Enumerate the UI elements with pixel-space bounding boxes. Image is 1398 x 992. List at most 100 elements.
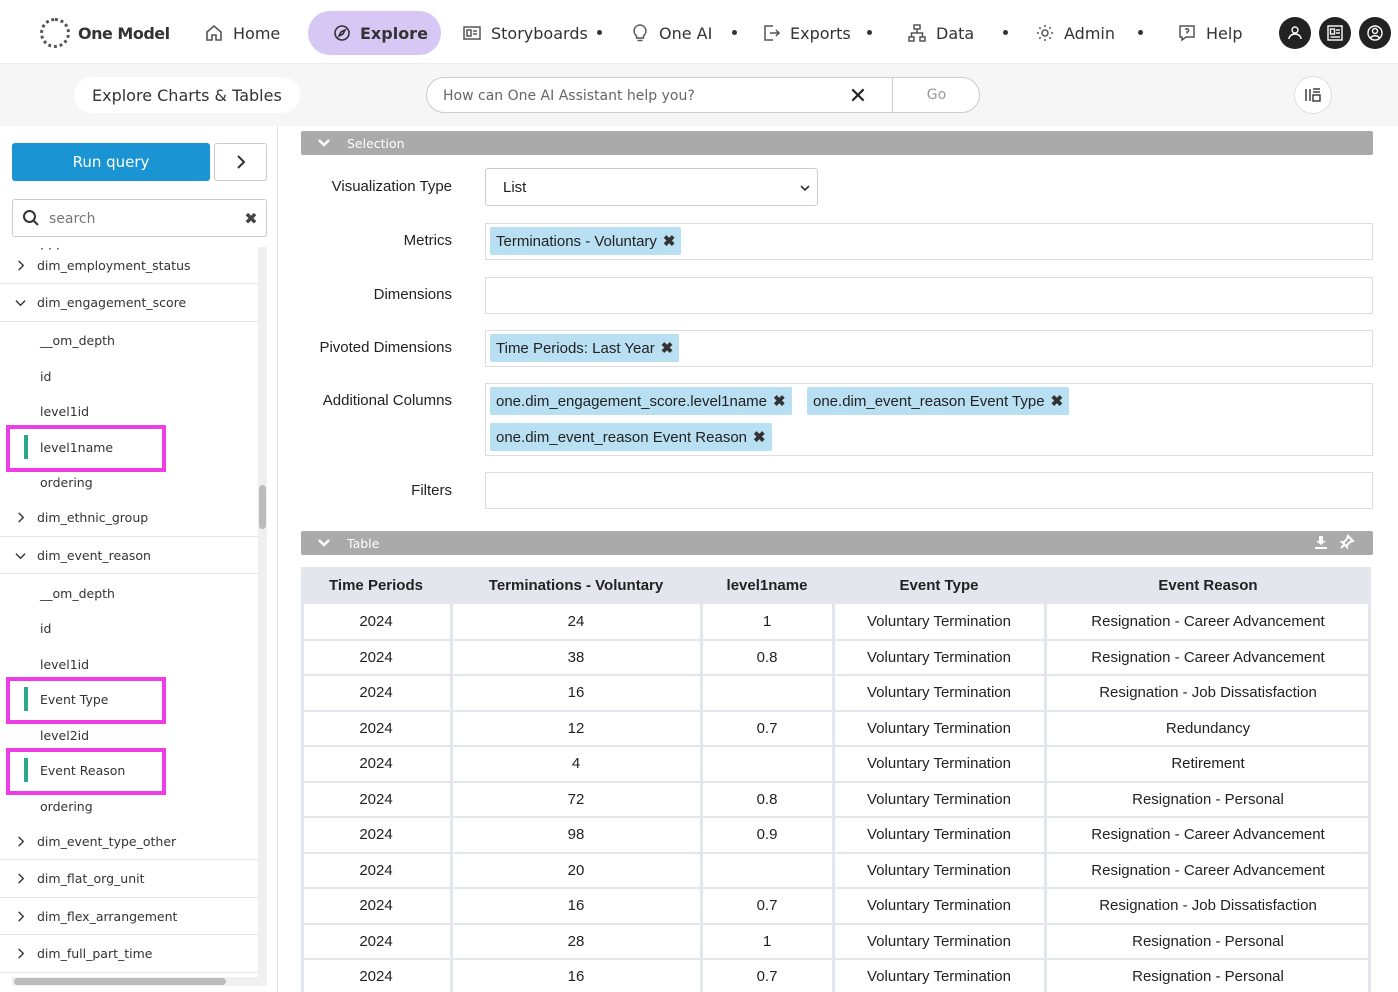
chevron-down-icon[interactable] (14, 549, 26, 561)
chevron-right-icon[interactable] (14, 948, 26, 960)
tree-field[interactable]: id (0, 611, 258, 646)
nav-dropdown-dot[interactable] (732, 30, 737, 35)
tree-field-label: level1id (40, 404, 90, 419)
additional-column-chip[interactable]: one.dim_event_reason Event Type ✖ (807, 387, 1070, 415)
chevron-right-icon[interactable] (14, 873, 26, 885)
clear-search-icon[interactable]: ✖ (242, 208, 260, 228)
column-header[interactable]: Event Reason (1045, 567, 1371, 604)
tree-parent-row[interactable]: dim_flat_org_unit (0, 861, 258, 898)
logo-icon (40, 18, 70, 48)
tree-parent-label: dim_engagement_score (37, 295, 187, 310)
tree-parent-row[interactable]: dim_event_reason (0, 537, 258, 574)
metrics-field[interactable]: Terminations - Voluntary ✖ (485, 223, 1373, 260)
nav-one-ai[interactable]: One AI (629, 11, 712, 55)
tree-parent-row[interactable]: dim_full_part_time (0, 936, 258, 973)
visualization-type-select[interactable]: List (485, 168, 818, 206)
tree-parent-row[interactable]: dim_flex_arrangement (0, 898, 258, 935)
user-group-button[interactable] (1279, 17, 1311, 49)
dashboard-button[interactable] (1319, 17, 1351, 49)
table-cell: 2024 (359, 648, 393, 666)
nav-dropdown-dot[interactable] (1138, 30, 1143, 35)
filters-field[interactable] (485, 472, 1373, 509)
metric-chip[interactable]: Terminations - Voluntary ✖ (490, 227, 682, 255)
tree-field-label: __om_depth (40, 333, 115, 348)
search-input[interactable] (49, 209, 229, 229)
chevron-right-icon[interactable] (14, 259, 26, 271)
additional-chip-label: one.dim_event_reason Event Type (813, 392, 1045, 410)
chevron-right-icon[interactable] (14, 835, 26, 847)
pin-icon[interactable] (1339, 534, 1355, 550)
tree-vertical-scrollbar[interactable] (258, 247, 267, 977)
storyboard-icon (461, 22, 483, 44)
nav-explore[interactable]: Explore (308, 11, 441, 55)
assistant-go-button[interactable]: Go (892, 78, 980, 112)
table-cell: Resignation - Career Advancement (1091, 826, 1325, 844)
remove-chip-icon[interactable]: ✖ (773, 392, 786, 410)
pivoted-dimensions-field[interactable]: Time Periods: Last Year ✖ (485, 330, 1373, 367)
remove-chip-icon[interactable]: ✖ (753, 428, 766, 446)
one-model-logo[interactable]: One Model (40, 18, 170, 48)
tree-field[interactable]: __om_depth (0, 576, 258, 611)
table-cell: Voluntary Termination (867, 932, 1011, 950)
chevron-right-icon (236, 155, 245, 169)
nav-storyboards[interactable]: Storyboards (461, 11, 588, 55)
nav-dropdown-dot[interactable] (867, 30, 872, 35)
table-cell: Voluntary Termination (867, 613, 1011, 631)
remove-chip-icon[interactable]: ✖ (661, 339, 674, 357)
column-header[interactable]: Terminations - Voluntary (451, 567, 701, 604)
table-cell: Voluntary Termination (867, 790, 1011, 808)
chevron-down-icon[interactable] (14, 297, 26, 309)
nav-home[interactable]: Home (203, 11, 280, 55)
nav-dropdown-dot[interactable] (1003, 30, 1008, 35)
additional-column-chip[interactable]: one.dim_event_reason Event Reason ✖ (490, 423, 772, 451)
nav-data[interactable]: Data (906, 11, 974, 55)
tree-parent-row[interactable]: dim_ethnic_group (0, 500, 258, 537)
table-cell: 0.8 (756, 648, 778, 666)
tree-field[interactable]: id (0, 359, 258, 394)
tree-field[interactable]: __om_depth (0, 323, 258, 358)
nav-exports[interactable]: Exports (760, 11, 851, 55)
tree-parent-row[interactable]: dim_employment_status (0, 247, 258, 284)
chevron-right-icon[interactable] (14, 512, 26, 524)
selection-section-header[interactable]: Selection (301, 131, 1373, 155)
remove-chip-icon[interactable]: ✖ (663, 232, 676, 250)
scrollbar-thumb[interactable] (14, 978, 226, 985)
column-header[interactable]: level1name (701, 567, 833, 604)
additional-column-chip[interactable]: one.dim_engagement_score.level1name ✖ (490, 387, 792, 415)
chevron-right-icon[interactable] (14, 910, 26, 922)
tree-parent-row[interactable]: dim_event_type_other (0, 823, 258, 860)
additional-columns-field[interactable]: one.dim_engagement_score.level1name ✖ on… (485, 383, 1373, 456)
layout-settings-button[interactable] (1294, 76, 1332, 114)
dimensions-field[interactable] (485, 277, 1373, 314)
remove-chip-icon[interactable]: ✖ (1051, 392, 1064, 410)
column-header[interactable]: Event Type (833, 567, 1045, 604)
table-cell: Redundancy (1165, 719, 1251, 737)
tree-field-label: level1id (40, 656, 90, 672)
metrics-label: Metrics (403, 232, 452, 249)
table-cell: 1 (762, 613, 772, 631)
table-cell: 0.9 (756, 826, 778, 844)
table-cell: Resignation - Career Advancement (1091, 613, 1325, 631)
download-icon[interactable] (1313, 534, 1329, 550)
tree-parent-row[interactable]: dim_engagement_score (0, 285, 258, 322)
clear-icon[interactable]: ✕ (845, 84, 871, 109)
scrollbar-thumb[interactable] (259, 485, 266, 529)
assistant-input[interactable] (443, 86, 843, 106)
run-query-button[interactable]: Run query (12, 143, 210, 181)
table-cell: 2024 (359, 719, 393, 737)
table-cell: 16 (567, 968, 585, 986)
table-section-header[interactable]: Table (301, 531, 1373, 555)
tree-field[interactable]: ordering (0, 465, 258, 500)
profile-button[interactable] (1359, 17, 1391, 49)
nav-admin[interactable]: Admin (1034, 11, 1115, 55)
table-cell: Resignation - Personal (1132, 932, 1284, 950)
tree-horizontal-scrollbar[interactable] (12, 977, 267, 986)
nav-help[interactable]: Help (1176, 11, 1242, 55)
pivoted-dimension-chip[interactable]: Time Periods: Last Year ✖ (490, 334, 680, 362)
nav-dropdown-dot[interactable] (597, 30, 602, 35)
expand-panel-button[interactable] (214, 143, 267, 181)
column-header[interactable]: Time Periods (301, 567, 451, 604)
pivoted-chip-label: Time Periods: Last Year (496, 339, 655, 357)
page-title: Explore Charts & Tables (74, 77, 300, 113)
tree-field[interactable]: ordering (0, 789, 258, 824)
